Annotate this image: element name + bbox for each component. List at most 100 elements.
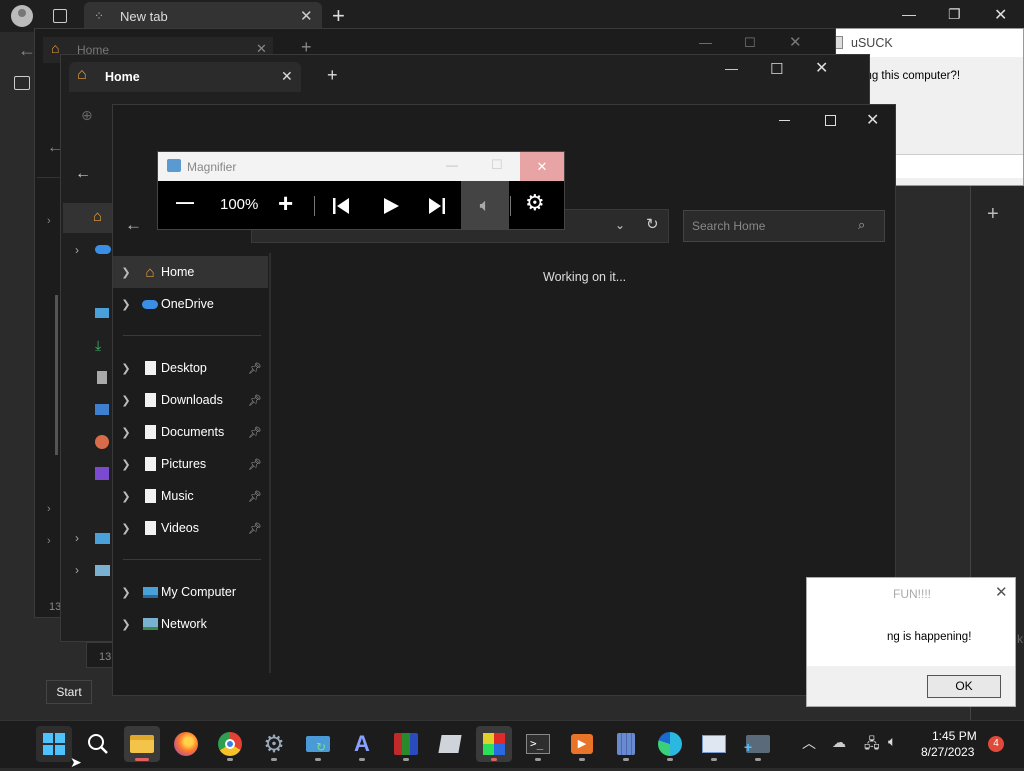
address-dropdown-icon[interactable]: ⌄ (615, 218, 625, 232)
browser-restore-icon[interactable]: ❐ (948, 6, 961, 23)
taskbar-app-bomb[interactable] (476, 726, 512, 762)
profile-avatar[interactable] (11, 5, 33, 27)
back2-chevron[interactable]: › (75, 563, 79, 577)
nav-item-home[interactable]: ❯ ⌂ Home (113, 256, 268, 288)
back1-chevron[interactable]: › (47, 503, 51, 515)
taskbar-app-monitor[interactable]: ↻ (300, 726, 336, 762)
new-tab-button[interactable]: + (332, 3, 345, 29)
magnifier-maximize-icon[interactable]: ☐ (491, 157, 503, 173)
taskbar-terminal[interactable]: >_ (520, 726, 556, 762)
back1-close[interactable]: ✕ (789, 33, 802, 51)
chevron-right-icon[interactable]: ❯ (113, 490, 139, 503)
tab-actions-icon[interactable] (53, 9, 67, 23)
nav-item-downloads[interactable]: ❯ Downloads 📌︎ (113, 384, 268, 416)
tray-cloud-off-icon[interactable]: ☁ (832, 734, 846, 751)
main-minimize-button[interactable] (761, 105, 807, 135)
back1-chevron[interactable]: › (47, 215, 51, 227)
fun-ok-button[interactable]: OK (927, 675, 1001, 698)
taskbar-chrome[interactable] (212, 726, 248, 762)
nav-item-videos[interactable]: ❯ Videos 📌︎ (113, 512, 268, 544)
start-button[interactable] (36, 726, 72, 762)
search-icon[interactable]: ⌕ (858, 217, 865, 233)
back2-close[interactable]: ✕ (815, 58, 828, 78)
back2-minimize[interactable]: — (725, 61, 738, 76)
chevron-right-icon[interactable]: ❯ (113, 618, 139, 631)
taskbar-search[interactable] (80, 726, 116, 762)
back2-back-icon[interactable]: ← (75, 165, 91, 183)
chevron-right-icon[interactable]: ❯ (113, 266, 139, 279)
back2-new-tab[interactable]: + (327, 65, 338, 86)
tray-volume-icon[interactable]: 🔈︎ (888, 733, 896, 750)
nav-item-music[interactable]: ❯ Music 📌︎ (113, 480, 268, 512)
back2-maximize[interactable]: ☐ (770, 60, 783, 78)
main-maximize-button[interactable] (807, 105, 853, 135)
side-add-icon[interactable]: + (987, 203, 999, 226)
tray-network-icon[interactable]: 🖧︎ (864, 733, 880, 757)
search-box[interactable]: Search Home ⌕ (683, 210, 885, 242)
chevron-right-icon[interactable]: ❯ (113, 298, 139, 311)
settings-gear-icon[interactable]: ⚙ (525, 190, 545, 216)
taskbar-media-player[interactable]: ▶ (564, 726, 600, 762)
magnifier-minimize-icon[interactable]: — (446, 158, 458, 172)
back2-close-tab-icon[interactable]: ✕ (281, 68, 293, 85)
back1-minimize[interactable]: — (699, 35, 712, 50)
next-icon[interactable] (428, 197, 446, 215)
main-back-icon[interactable]: ← (125, 215, 142, 235)
fun-close-icon[interactable]: ✕ (995, 583, 1008, 601)
cubes-icon (438, 735, 462, 753)
chevron-right-icon[interactable]: ❯ (113, 586, 139, 599)
pin-icon[interactable]: 📌︎ (248, 490, 268, 503)
play-icon[interactable] (382, 197, 400, 215)
main-close-button[interactable]: ✕ (866, 110, 879, 130)
zoom-out-button[interactable]: — (176, 192, 194, 213)
taskbar-file-explorer[interactable] (124, 726, 160, 762)
back1-chevron[interactable]: › (47, 535, 51, 547)
taskbar-calculator[interactable] (608, 726, 644, 762)
back2-tab[interactable]: ⌂ Home ✕ (69, 62, 301, 92)
back1-maximize[interactable]: ☐ (744, 35, 756, 51)
notification-badge[interactable]: 4 (988, 736, 1004, 752)
pin-icon[interactable]: 📌︎ (248, 362, 268, 375)
chevron-right-icon[interactable]: ❯ (113, 458, 139, 471)
pin-icon[interactable]: 📌︎ (248, 458, 268, 471)
browser-close-icon[interactable]: ✕ (994, 5, 1007, 25)
read-from-here-button[interactable]: 🔈︎ (461, 181, 509, 229)
play-svg (384, 198, 399, 214)
taskbar-firefox[interactable] (168, 726, 204, 762)
chevron-right-icon[interactable]: ❯ (113, 394, 139, 407)
browser-minimize-icon[interactable]: — (902, 6, 916, 22)
back2-chevron[interactable]: › (75, 243, 79, 257)
chevron-right-icon[interactable]: ❯ (113, 522, 139, 535)
taskbar-settings[interactable]: ⚙ (256, 726, 292, 762)
tray-time[interactable]: 1:45 PM (932, 729, 977, 743)
pin-icon[interactable]: 📌︎ (248, 426, 268, 439)
zoom-in-button[interactable]: + (278, 188, 293, 219)
taskbar-resource-monitor[interactable] (696, 726, 732, 762)
nav-item-network[interactable]: ❯ Network (113, 608, 268, 640)
nav-label: Documents (161, 425, 225, 439)
nav-item-pictures[interactable]: ❯ Pictures 📌︎ (113, 448, 268, 480)
tray-chevron-up-icon[interactable]: ︿ (802, 733, 816, 753)
refresh-icon[interactable]: ↻ (646, 215, 659, 233)
taskbar-edge[interactable] (652, 726, 688, 762)
tray-date[interactable]: 8/27/2023 (921, 745, 974, 759)
nav-item-my-computer[interactable]: ❯ My Computer (113, 576, 268, 608)
taskbar-app-cubes[interactable] (432, 726, 468, 762)
magnifier-close-button[interactable]: ✕ (520, 152, 564, 181)
chevron-right-icon[interactable]: ❯ (113, 426, 139, 439)
nav-item-desktop[interactable]: ❯ Desktop 📌︎ (113, 352, 268, 384)
taskbar-magnifier[interactable]: + (740, 726, 776, 762)
close-tab-icon[interactable]: ✕ (300, 7, 313, 25)
collections-icon[interactable] (14, 76, 30, 90)
taskbar-app-a[interactable]: A (344, 726, 380, 762)
previous-icon[interactable] (332, 197, 350, 215)
chevron-right-icon[interactable]: ❯ (113, 362, 139, 375)
pin-icon[interactable]: 📌︎ (248, 394, 268, 407)
nav-item-onedrive[interactable]: ❯ OneDrive (113, 288, 268, 320)
nav-item-documents[interactable]: ❯ Documents 📌︎ (113, 416, 268, 448)
back2-add-icon[interactable]: ⊕ (81, 107, 93, 124)
taskbar-winrar[interactable] (388, 726, 424, 762)
back2-tab-title: Home (105, 70, 140, 84)
back2-chevron[interactable]: › (75, 531, 79, 545)
pin-icon[interactable]: 📌︎ (248, 522, 268, 535)
